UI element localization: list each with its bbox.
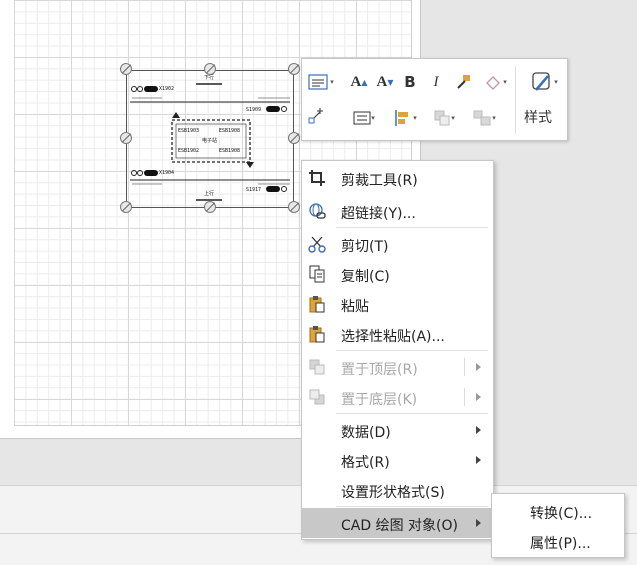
submenu-item-properties[interactable]: 属性(P)... [492,526,624,556]
resize-handle-top[interactable] [204,63,216,75]
menu-item-label: 设置形状格式(S) [341,485,445,501]
menu-item-cad-drawing-object[interactable]: CAD 绘图 对象(O) [302,508,493,538]
context-menu: 剪裁工具(R) 超链接(Y)... 剪切(T) 复制(C) 粘贴 选择性粘贴(A… [301,160,494,540]
submenu-separator [464,358,465,376]
selection-frame [126,70,294,208]
menu-item-label: 格式(R) [341,455,390,471]
submenu-item-label: 属性(P)... [530,536,591,552]
menu-separator [336,506,488,507]
menu-item-label: 置于底层(K) [341,392,418,408]
submenu-arrow-icon [476,519,481,527]
resize-handle-bottom-right[interactable] [288,201,300,213]
format-painter-icon[interactable] [452,71,474,93]
toolbar-separator [515,67,516,133]
resize-handle-bottom-left[interactable] [120,201,132,213]
menu-item-label: CAD 绘图 对象(O) [341,518,458,534]
menu-item-format-shape[interactable]: 设置形状格式(S) [302,475,493,505]
menu-item-data[interactable]: 数据(D) [302,415,493,445]
mini-toolbar: ▾ A ▲ A ▼ B I ▾ ▾ ▾ ▾ ▾ ▾ 样式 [301,58,568,141]
send-to-back-icon [308,388,326,406]
menu-item-hyperlink[interactable]: 超链接(Y)... [302,196,493,226]
submenu-item-convert[interactable]: 转换(C)... [492,496,624,526]
submenu-arrow-icon[interactable] [476,393,481,401]
menu-item-label: 粘贴 [341,299,369,315]
menu-item-crop-tool[interactable]: 剪裁工具(R) [302,163,493,193]
menu-item-cut[interactable]: 剪切(T) [302,229,493,259]
menu-item-label: 剪切(T) [341,239,389,255]
menu-item-paste-special[interactable]: 选择性粘贴(A)... [302,319,493,349]
submenu-arrow-icon [476,426,481,434]
font-increase-icon[interactable]: A ▲ [348,71,370,93]
menu-item-copy[interactable]: 复制(C) [302,259,493,289]
menu-item-format[interactable]: 格式(R) [302,445,493,475]
menu-item-bring-to-front[interactable]: 置于顶层(R) [302,352,493,382]
position-icon[interactable]: ▾ [388,107,422,129]
menu-item-send-to-back[interactable]: 置于底层(K) [302,382,493,412]
submenu-separator [464,388,465,406]
menu-item-label: 数据(D) [341,425,391,441]
cad-object-submenu: 转换(C)... 属性(P)... [491,493,625,558]
paste-special-icon [308,325,326,343]
copy-icon [308,265,326,283]
submenu-item-label: 转换(C)... [530,506,593,522]
resize-handle-top-right[interactable] [288,63,300,75]
resize-handle-bottom[interactable] [204,201,216,213]
italic-icon[interactable]: I [425,71,447,93]
menu-separator [336,413,488,414]
hyperlink-icon [308,202,326,220]
menu-separator [336,350,488,351]
cut-icon [308,235,326,253]
font-decrease-icon[interactable]: A ▼ [374,71,396,93]
submenu-arrow-icon[interactable] [476,363,481,371]
cad-drawing-object[interactable]: X1902 S1909 ESB1903 ESB1908 电子站 ESB1902 … [126,70,294,208]
bring-to-front-icon [308,358,326,376]
group-icon[interactable]: ▾ [466,107,502,129]
menu-item-paste[interactable]: 粘贴 [302,289,493,319]
paste-icon [308,295,326,313]
menu-item-label: 剪裁工具(R) [341,173,418,189]
shape-styles-icon[interactable]: ▾ [306,71,336,93]
bring-forward-icon[interactable]: ▾ [428,107,460,129]
menu-item-label: 复制(C) [341,269,390,285]
resize-handle-right[interactable] [288,132,300,144]
crop-icon [308,169,326,187]
connector-icon[interactable] [306,105,328,127]
menu-item-label: 选择性粘贴(A)... [341,329,445,345]
resize-handle-left[interactable] [120,132,132,144]
resize-handle-top-left[interactable] [120,63,132,75]
menu-item-label: 置于顶层(R) [341,362,418,378]
submenu-arrow-icon [476,456,481,464]
bold-icon[interactable]: B [399,71,421,93]
menu-separator [336,227,488,228]
align-icon[interactable]: ▾ [348,107,380,129]
style-button-label[interactable]: 样式 [524,107,552,127]
menu-item-label: 超链接(Y)... [341,206,416,222]
fill-icon[interactable]: ▾ [478,71,512,93]
style-gallery-icon[interactable]: ▾ [526,69,562,95]
